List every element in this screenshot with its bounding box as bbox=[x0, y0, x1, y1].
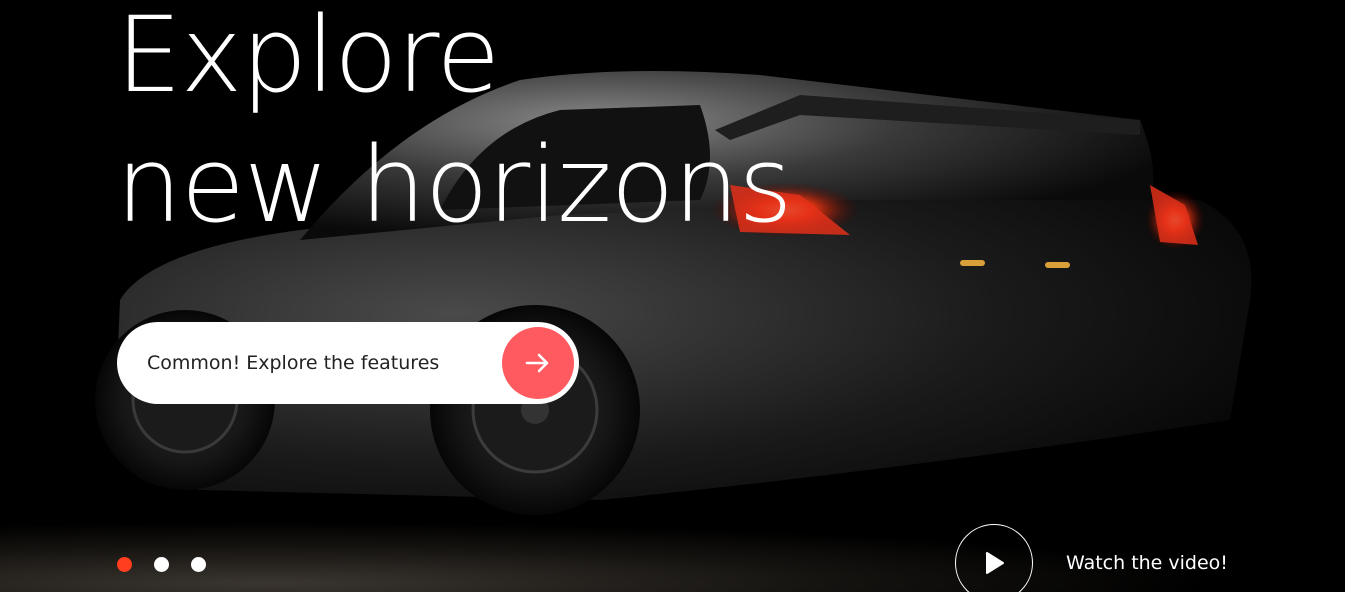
slider-pagination bbox=[117, 557, 206, 572]
watch-video-link[interactable]: Watch the video! bbox=[955, 524, 1228, 592]
slider-dot-2[interactable] bbox=[154, 557, 169, 572]
explore-features-button[interactable]: Common! Explore the features bbox=[117, 322, 579, 404]
hero-headline-line1: Explore bbox=[116, 0, 500, 116]
hero-headline-line2: new horizons bbox=[116, 124, 793, 246]
hero-section: Explore new horizons Common! Explore the… bbox=[0, 0, 1345, 592]
play-icon bbox=[986, 552, 1004, 574]
slider-dot-1[interactable] bbox=[117, 557, 132, 572]
slider-dot-3[interactable] bbox=[191, 557, 206, 572]
watch-video-label: Watch the video! bbox=[1066, 552, 1228, 574]
arrow-right-icon[interactable] bbox=[502, 327, 574, 399]
hero-headline: Explore new horizons bbox=[116, 0, 793, 250]
explore-features-label: Common! Explore the features bbox=[147, 352, 440, 374]
play-button[interactable] bbox=[955, 524, 1033, 592]
